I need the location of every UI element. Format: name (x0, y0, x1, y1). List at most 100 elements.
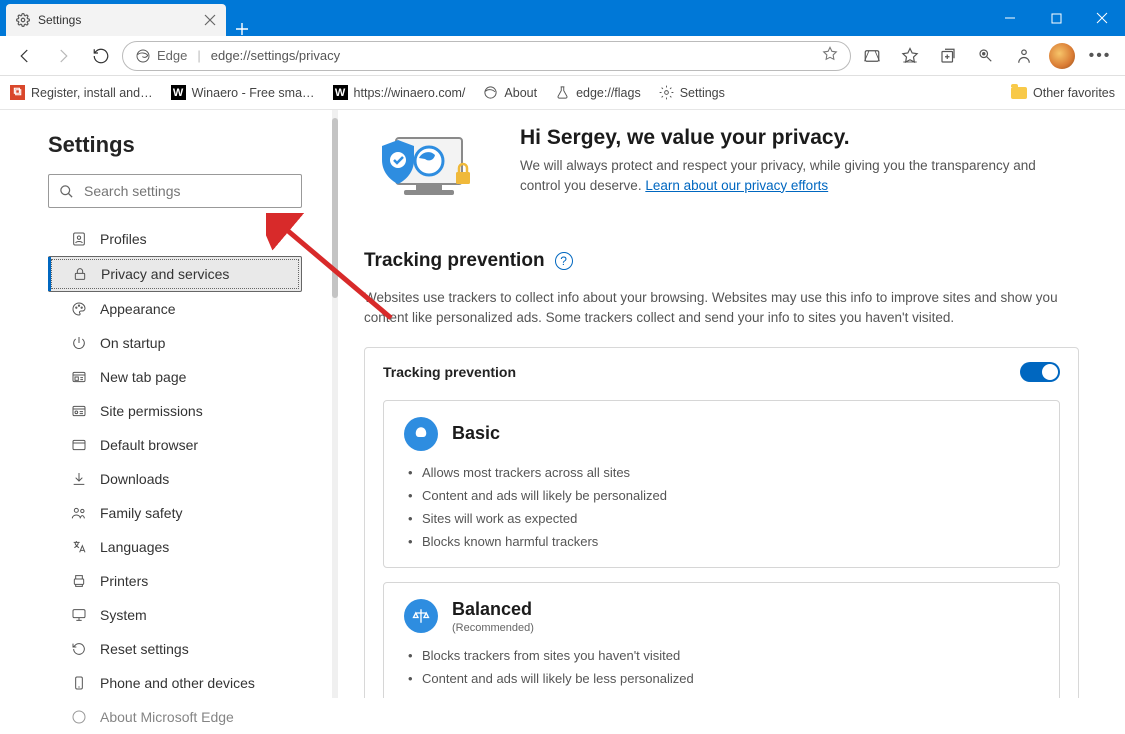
privacy-hero-text: Hi Sergey, we value your privacy. We wil… (520, 126, 1079, 195)
page-title: Settings (48, 132, 302, 158)
lock-icon (71, 265, 89, 283)
tracking-desc: Websites use trackers to collect info ab… (364, 288, 1079, 329)
edge-icon (483, 85, 498, 100)
nav-languages[interactable]: Languages (48, 530, 302, 564)
nav-about[interactable]: About Microsoft Edge (48, 700, 302, 734)
window-titlebar: Settings (0, 0, 1125, 36)
privacy-learn-link[interactable]: Learn about our privacy efforts (645, 178, 828, 193)
nav-printers[interactable]: Printers (48, 564, 302, 598)
bookmark-about[interactable]: About (483, 85, 537, 100)
bookmark-favicon: ⧉ (10, 85, 25, 100)
maximize-button[interactable] (1033, 0, 1079, 36)
settings-sidebar: Settings Profiles Privacy and services A… (0, 110, 318, 698)
bookmark-flags[interactable]: edge://flags (555, 85, 641, 100)
tracking-toggle[interactable] (1020, 362, 1060, 382)
tab-title: Settings (38, 13, 81, 27)
bookmark-settings[interactable]: Settings (659, 85, 725, 100)
tab-strip: Settings (0, 0, 258, 36)
search-icon (59, 184, 74, 199)
phone-icon (70, 674, 88, 692)
new-tab-button[interactable] (226, 22, 258, 36)
scrollbar-track[interactable] (332, 110, 338, 698)
printer-icon (70, 572, 88, 590)
tracking-prevention-icon[interactable] (855, 40, 889, 72)
bookmark-winaero[interactable]: WWinaero - Free sma… (171, 85, 315, 100)
feedback-icon[interactable] (969, 40, 1003, 72)
flask-icon (555, 85, 570, 100)
favorites-icon[interactable] (893, 40, 927, 72)
gear-icon (659, 85, 674, 100)
nav-system[interactable]: System (48, 598, 302, 632)
download-icon (70, 470, 88, 488)
gear-icon (16, 13, 30, 27)
forward-button[interactable] (46, 40, 80, 72)
nav-new-tab[interactable]: New tab page (48, 360, 302, 394)
tracking-section-header: Tracking prevention ? (364, 250, 1079, 272)
help-icon[interactable]: ? (555, 252, 573, 270)
nav-appearance[interactable]: Appearance (48, 292, 302, 326)
settings-nav: Profiles Privacy and services Appearance… (48, 222, 302, 734)
nav-privacy-services[interactable]: Privacy and services (48, 256, 302, 292)
bookmark-favicon: W (171, 85, 186, 100)
window-icon (70, 436, 88, 454)
settings-content: Settings Profiles Privacy and services A… (0, 110, 1125, 698)
edge-icon (135, 48, 151, 64)
avatar-icon (1049, 43, 1075, 69)
bookmark-register[interactable]: ⧉Register, install and… (10, 85, 153, 100)
settings-search[interactable] (48, 174, 302, 208)
nav-default-browser[interactable]: Default browser (48, 428, 302, 462)
folder-icon (1011, 87, 1027, 99)
reset-icon (70, 640, 88, 658)
nav-site-permissions[interactable]: Site permissions (48, 394, 302, 428)
url-text: edge://settings/privacy (211, 48, 340, 63)
bookmark-favicon: W (333, 85, 348, 100)
tracking-card-title: Tracking prevention (383, 364, 516, 380)
privacy-hero: Hi Sergey, we value your privacy. We wil… (364, 126, 1079, 216)
window-close-button[interactable] (1079, 0, 1125, 36)
minimize-button[interactable] (987, 0, 1033, 36)
profile-avatar[interactable] (1045, 40, 1079, 72)
settings-main-panel: Hi Sergey, we value your privacy. We wil… (318, 110, 1125, 698)
site-identity[interactable]: Edge (135, 48, 187, 64)
profile-icon (70, 230, 88, 248)
bookmarks-bar: ⧉Register, install and… WWinaero - Free … (0, 76, 1125, 110)
refresh-button[interactable] (84, 40, 118, 72)
basic-bullets: Allows most trackers across all sites Co… (404, 461, 1039, 553)
balanced-bullets: Blocks trackers from sites you haven't v… (404, 644, 1039, 690)
nav-on-startup[interactable]: On startup (48, 326, 302, 360)
nav-phone[interactable]: Phone and other devices (48, 666, 302, 700)
bookmark-winaero-url[interactable]: Whttps://winaero.com/ (333, 85, 466, 100)
language-icon (70, 538, 88, 556)
basic-title: Basic (452, 423, 500, 444)
tracking-option-basic[interactable]: Basic Allows most trackers across all si… (383, 400, 1060, 568)
hero-body: We will always protect and respect your … (520, 156, 1079, 195)
bookmark-other-favorites[interactable]: Other favorites (1011, 86, 1115, 100)
search-input[interactable] (84, 183, 291, 199)
palette-icon (70, 300, 88, 318)
nav-downloads[interactable]: Downloads (48, 462, 302, 496)
hero-title: Hi Sergey, we value your privacy. (520, 126, 1079, 150)
collections-icon[interactable] (931, 40, 965, 72)
basic-icon (404, 417, 438, 451)
nav-profiles[interactable]: Profiles (48, 222, 302, 256)
site-id-label: Edge (157, 48, 187, 63)
window-controls (987, 0, 1125, 36)
omnibox[interactable]: Edge | edge://settings/privacy (122, 41, 851, 71)
privacy-hero-illustration (364, 126, 494, 216)
family-icon (70, 504, 88, 522)
more-menu-button[interactable]: ••• (1083, 40, 1117, 72)
back-button[interactable] (8, 40, 42, 72)
power-icon (70, 334, 88, 352)
favorite-star-icon[interactable] (822, 46, 838, 65)
tab-close-icon[interactable] (204, 14, 216, 26)
nav-reset[interactable]: Reset settings (48, 632, 302, 666)
info-icon (70, 708, 88, 726)
tracking-option-balanced[interactable]: Balanced (Recommended) Blocks trackers f… (383, 582, 1060, 699)
omnibox-separator: | (197, 48, 200, 63)
nav-family[interactable]: Family safety (48, 496, 302, 530)
browser-tab-settings[interactable]: Settings (6, 4, 226, 36)
extensions-icon[interactable] (1007, 40, 1041, 72)
scrollbar-thumb[interactable] (332, 118, 338, 298)
balanced-icon (404, 599, 438, 633)
system-icon (70, 606, 88, 624)
